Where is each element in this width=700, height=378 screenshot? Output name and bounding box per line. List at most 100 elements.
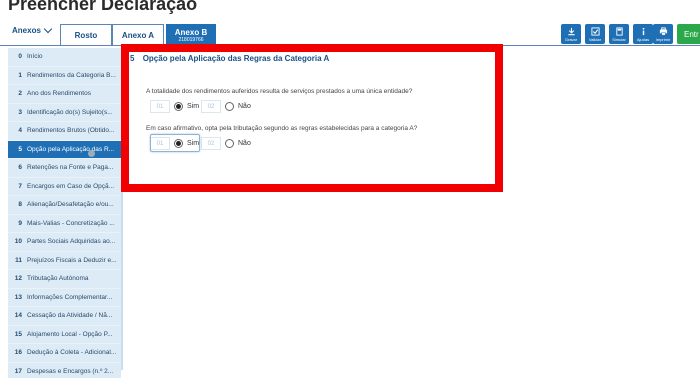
tab-sublabel: 218019766: [178, 37, 203, 43]
radio-nao-q2[interactable]: [225, 139, 234, 148]
info-icon: [639, 27, 648, 36]
sidebar-item-label: Partes Sociais Adquiridas ao...: [27, 238, 115, 245]
enter-button[interactable]: Entr: [677, 24, 700, 44]
sidebar-item[interactable]: 6 Retenções na Fonte e Paga...: [8, 159, 121, 178]
anexos-dropdown[interactable]: Anexos: [12, 26, 51, 35]
anexos-dropdown-label: Anexos: [12, 26, 41, 35]
sidebar-item-number: 8: [8, 201, 22, 208]
sidebar-item[interactable]: 17Despesas e Encargos (n.º 2...: [8, 363, 121, 378]
sidebar-item-number: 6: [8, 164, 22, 171]
sidebar-item-number: 13: [8, 294, 22, 301]
sidebar-item-number: 5: [8, 146, 22, 153]
validate-button-label: Validar: [589, 37, 601, 42]
radio-nao-q1[interactable]: [225, 102, 234, 111]
sidebar-item[interactable]: 2 Ano dos Rendimentos: [8, 85, 121, 104]
sidebar-divider: [121, 48, 123, 370]
sidebar-item[interactable]: 8 Alienação/Desafetação e/ou...: [8, 196, 121, 215]
option-code: 02: [201, 100, 221, 113]
page-title: Preencher Declaração: [8, 0, 197, 15]
focus-outline: [150, 134, 200, 152]
tab-label: Rosto: [75, 31, 98, 40]
sidebar-item[interactable]: 14Cessação da Atividade / Nã...: [8, 307, 121, 326]
q1-option-sim[interactable]: 01 Sim: [150, 100, 199, 113]
option-code: 02: [201, 137, 221, 150]
mouse-cursor: [88, 150, 95, 157]
question-2: Em caso afirmativo, opta pela tributação…: [146, 125, 417, 132]
sidebar-item-label: Tributação Autónoma: [27, 275, 89, 282]
help-button-label: Ajudas: [637, 37, 649, 42]
q2-option-nao[interactable]: 02 Não: [201, 137, 251, 150]
print-button[interactable]: Imprimir: [653, 24, 673, 44]
sidebar-item-label: Dedução à Coleta - Adicional...: [27, 349, 116, 356]
sidebar-item-label: Prejuízos Fiscais a Deduzir e...: [27, 257, 117, 264]
sidebar-item-label: Encargos em Caso de Opçã...: [27, 183, 114, 190]
q1-option-nao[interactable]: 02 Não: [201, 100, 251, 113]
sidebar-item-label: Opção pela Aplicação das R...: [27, 146, 114, 153]
sidebar-item-number: 9: [8, 220, 22, 227]
sidebar-item-number: 11: [8, 257, 22, 264]
sidebar-item-number: 12: [8, 275, 22, 282]
tab-anexo-a[interactable]: Anexo A: [112, 24, 164, 46]
tab-anexo-b[interactable]: Anexo B 218019766: [166, 24, 216, 46]
sidebar-item-number: 7: [8, 183, 22, 190]
sidebar-item-number: 1: [8, 72, 22, 79]
check-icon: [591, 27, 600, 36]
sidebar: 0Início 1 Rendimentos da Categoria B... 2 An…: [8, 48, 121, 378]
sidebar-item[interactable]: 11 Prejuízos Fiscais a Deduzir e...: [8, 252, 121, 271]
sidebar-item-number: 2: [8, 90, 22, 97]
sidebar-item-label: Retenções na Fonte e Paga...: [27, 164, 113, 171]
simulate-button-label: Simular: [612, 37, 626, 42]
radio-sim-q1[interactable]: [174, 102, 183, 111]
sidebar-item-label: Informações Complementar...: [27, 294, 112, 301]
sidebar-item[interactable]: 9 Mais-Valias - Concretização ...: [8, 215, 121, 234]
sidebar-item[interactable]: 5 Opção pela Aplicação das R...: [8, 141, 121, 160]
printer-icon: [659, 27, 668, 36]
section-number: 5: [130, 54, 134, 63]
option-label: Sim: [187, 103, 199, 110]
sidebar-item[interactable]: 16 Dedução à Coleta - Adicional...: [8, 344, 121, 363]
tab-divider: [0, 45, 700, 46]
sidebar-item-label: Alienação/Desafetação e/ou...: [27, 201, 114, 208]
option-code: 01: [150, 100, 170, 113]
sidebar-item-number: 15: [8, 331, 22, 338]
section-title-text: Opção pela Aplicação das Regras da Categ…: [143, 54, 330, 63]
sidebar-item-label: Mais-Valias - Concretização ...: [27, 220, 115, 227]
sidebar-item[interactable]: 1 Rendimentos da Categoria B...: [8, 67, 121, 86]
tab-label: Anexo B: [175, 28, 207, 37]
help-button[interactable]: Ajudas: [633, 24, 653, 44]
sidebar-item[interactable]: 15 Alojamento Local - Opção P...: [8, 326, 121, 345]
sidebar-item[interactable]: 7 Encargos em Caso de Opçã...: [8, 178, 121, 197]
save-button[interactable]: Gravar: [561, 24, 581, 44]
sidebar-item-number: 10: [8, 238, 22, 245]
sidebar-item[interactable]: 0Início: [8, 48, 121, 67]
tab-label: Anexo A: [122, 31, 154, 40]
sidebar-item-label: Ano dos Rendimentos: [27, 90, 91, 97]
option-label: Não: [238, 103, 251, 110]
sidebar-item[interactable]: 10 Partes Sociais Adquiridas ao...: [8, 233, 121, 252]
tab-rosto[interactable]: Rosto: [60, 24, 112, 46]
section-panel: 5 Opção pela Aplicação das Regras da Cat…: [126, 48, 501, 188]
sidebar-item-label: Início: [27, 53, 43, 60]
sidebar-item-label: Rendimentos da Categoria B...: [27, 72, 116, 79]
sidebar-item-number: 14: [8, 312, 22, 319]
sidebar-item-number: 17: [8, 368, 22, 375]
sidebar-item[interactable]: 4Rendimentos Brutos (Obtido...: [8, 122, 121, 141]
sidebar-item-label: Identificação do(s) Sujeito(s...: [27, 109, 113, 116]
sidebar-item-label: Alojamento Local - Opção P...: [27, 331, 113, 338]
sidebar-item-label: Rendimentos Brutos (Obtido...: [27, 127, 114, 134]
download-icon: [567, 27, 576, 36]
sidebar-item[interactable]: 12 Tributação Autónoma: [8, 270, 121, 289]
question-1: A totalidade dos rendimentos auferidos r…: [146, 88, 412, 95]
sidebar-item[interactable]: 13 Informações Complementar...: [8, 289, 121, 308]
validate-button[interactable]: Validar: [585, 24, 605, 44]
section-title: 5 Opção pela Aplicação das Regras da Cat…: [130, 54, 329, 63]
sidebar-item-number: 16: [8, 349, 22, 356]
sidebar-item-number: 3: [8, 109, 22, 116]
chevron-down-icon: [44, 25, 52, 33]
print-button-label: Imprimir: [656, 37, 670, 42]
save-button-label: Gravar: [565, 37, 577, 42]
option-label: Não: [238, 140, 251, 147]
simulate-button[interactable]: Simular: [609, 24, 629, 44]
sidebar-item[interactable]: 3 Identificação do(s) Sujeito(s...: [8, 104, 121, 123]
calculator-icon: [615, 27, 624, 36]
